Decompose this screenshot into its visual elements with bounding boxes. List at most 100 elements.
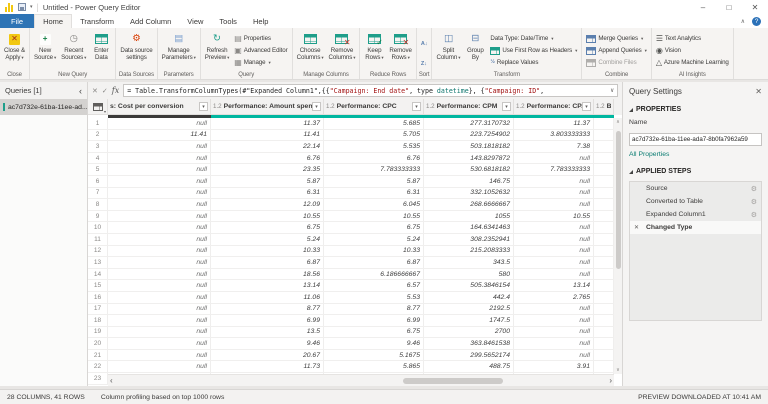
tab-tools[interactable]: Tools <box>211 14 245 28</box>
table-cell[interactable]: 7.783333333 <box>324 164 424 175</box>
row-number[interactable]: 14 <box>88 268 108 280</box>
tab-help[interactable]: Help <box>245 14 276 28</box>
table-cell[interactable]: 9.46 <box>324 338 424 349</box>
table-cell[interactable]: 308.2352941 <box>424 233 514 245</box>
quick-access-dropdown-icon[interactable]: ▾ <box>30 4 33 10</box>
collapse-queries-pane-icon[interactable]: ‹ <box>79 86 82 96</box>
applied-step-converted-to-table[interactable]: Converted to Table ⚙ <box>630 195 761 208</box>
row-number[interactable]: 7 <box>88 187 108 199</box>
table-cell[interactable]: 10.33 <box>324 245 424 257</box>
row-number[interactable]: 1 <box>88 118 108 129</box>
table-cell[interactable]: 2700 <box>424 326 514 338</box>
table-cell[interactable]: 277.3170732 <box>424 118 514 129</box>
column-header-performance-cpc[interactable]: 1.2 Performance: CPC ▾ <box>324 99 424 115</box>
table-cell[interactable]: 5.865 <box>324 361 424 373</box>
expand-formula-icon[interactable]: ∨ <box>610 87 614 94</box>
row-number[interactable]: 23 <box>88 373 108 384</box>
row-number[interactable]: 8 <box>88 199 108 210</box>
data-type-button[interactable]: Data Type: Date/Time ▾ <box>488 33 579 44</box>
table-cell[interactable] <box>594 257 614 268</box>
table-cell[interactable]: 5.87 <box>211 175 324 187</box>
table-cell[interactable]: 332.1052632 <box>424 187 514 199</box>
gear-icon[interactable]: ⚙ <box>751 211 757 219</box>
applied-step-changed-type[interactable]: ✕ Changed Type <box>630 221 761 234</box>
save-icon[interactable] <box>18 3 26 11</box>
table-cell[interactable]: 223.7254902 <box>424 129 514 141</box>
collapse-ribbon-icon[interactable]: ∧ <box>741 18 745 25</box>
table-cell[interactable]: 5.24 <box>324 233 424 245</box>
query-list-item[interactable]: ac7d732e-61ba-11ee-ad... <box>0 99 87 115</box>
refresh-preview-button[interactable]: ↻ Refresh Preview▾ <box>203 30 231 71</box>
table-cell[interactable]: 5.1675 <box>324 349 424 361</box>
table-cell[interactable]: 6.75 <box>211 222 324 233</box>
table-cell[interactable]: 6.76 <box>324 152 424 164</box>
row-number[interactable]: 19 <box>88 326 108 338</box>
table-cell[interactable]: 7.783333333 <box>514 164 594 175</box>
table-cell[interactable] <box>594 268 614 280</box>
table-cell[interactable] <box>594 349 614 361</box>
table-cell[interactable]: 6.75 <box>324 326 424 338</box>
cancel-formula-icon[interactable]: ✕ <box>92 87 98 95</box>
table-cell[interactable]: null <box>108 326 211 338</box>
table-cell[interactable]: null <box>514 349 594 361</box>
table-cell[interactable]: null <box>108 338 211 349</box>
tab-add-column[interactable]: Add Column <box>122 14 179 28</box>
table-cell[interactable]: 13.5 <box>211 326 324 338</box>
table-cell[interactable]: 363.8461538 <box>424 338 514 349</box>
keep-rows-button[interactable]: ✓ Keep Rows▾ <box>362 30 386 71</box>
column-header-performance-cpa[interactable]: 1.2 Performance: CPA ▾ <box>514 99 594 115</box>
table-cell[interactable]: 9.46 <box>211 338 324 349</box>
table-cell[interactable]: 11.41 <box>211 129 324 141</box>
table-cell[interactable] <box>594 233 614 245</box>
row-number[interactable]: 11 <box>88 233 108 245</box>
table-cell[interactable]: null <box>108 187 211 199</box>
table-cell[interactable]: 143.8297872 <box>424 152 514 164</box>
enter-data-button[interactable]: Enter Data <box>89 30 113 71</box>
properties-section-header[interactable]: PROPERTIES <box>629 106 762 113</box>
manage-parameters-button[interactable]: ▤ Manage Parameters▾ <box>160 30 198 71</box>
table-cell[interactable] <box>594 361 614 373</box>
azure-machine-learning-button[interactable]: △ Azure Machine Learning <box>654 57 731 68</box>
table-cell[interactable] <box>594 210 614 222</box>
table-cell[interactable]: 5.53 <box>324 291 424 303</box>
table-cell[interactable]: 6.31 <box>211 187 324 199</box>
table-cell[interactable]: 6.75 <box>324 222 424 233</box>
table-cell[interactable]: 10.33 <box>211 245 324 257</box>
replace-values-button[interactable]: ½ Replace Values <box>488 57 579 68</box>
table-cell[interactable]: null <box>108 291 211 303</box>
row-number[interactable]: 12 <box>88 245 108 257</box>
manage-button[interactable]: ▦ Manage ▾ <box>232 57 289 68</box>
table-cell[interactable]: 11.37 <box>211 118 324 129</box>
scroll-up-icon[interactable]: ∧ <box>614 119 622 125</box>
table-cell[interactable]: 13.14 <box>514 280 594 291</box>
table-cell[interactable]: null <box>108 257 211 268</box>
table-cell[interactable]: null <box>108 361 211 373</box>
table-cell[interactable]: null <box>108 280 211 291</box>
table-cell[interactable]: 580 <box>424 268 514 280</box>
row-number[interactable]: 21 <box>88 349 108 361</box>
sort-ascending-button[interactable]: A↓ <box>421 32 428 50</box>
table-cell[interactable]: null <box>514 257 594 268</box>
table-cell[interactable]: 6.87 <box>211 257 324 268</box>
tab-home[interactable]: Home <box>34 14 73 28</box>
use-first-row-as-headers-button[interactable]: Use First Row as Headers ▾ <box>488 45 579 56</box>
table-cell[interactable]: null <box>514 245 594 257</box>
table-cell[interactable]: 299.5652174 <box>424 349 514 361</box>
vision-button[interactable]: ◉ Vision <box>654 45 731 56</box>
horizontal-scrollbar[interactable]: ‹ › <box>108 374 614 386</box>
table-cell[interactable]: 6.87 <box>324 257 424 268</box>
table-cell[interactable]: null <box>108 315 211 326</box>
row-number[interactable]: 15 <box>88 280 108 291</box>
table-cell[interactable] <box>594 222 614 233</box>
table-cell[interactable] <box>594 187 614 199</box>
table-cell[interactable]: null <box>108 164 211 175</box>
profiling-status[interactable]: Column profiling based on top 1000 rows <box>101 394 225 401</box>
table-cell[interactable]: null <box>108 349 211 361</box>
table-cell[interactable] <box>594 175 614 187</box>
table-cell[interactable]: 11.73 <box>211 361 324 373</box>
vertical-scrollbar-thumb[interactable] <box>615 131 621 269</box>
table-cell[interactable]: 7.38 <box>514 141 594 152</box>
table-cell[interactable]: 503.1818182 <box>424 141 514 152</box>
row-number[interactable]: 13 <box>88 257 108 268</box>
table-cell[interactable]: null <box>108 141 211 152</box>
